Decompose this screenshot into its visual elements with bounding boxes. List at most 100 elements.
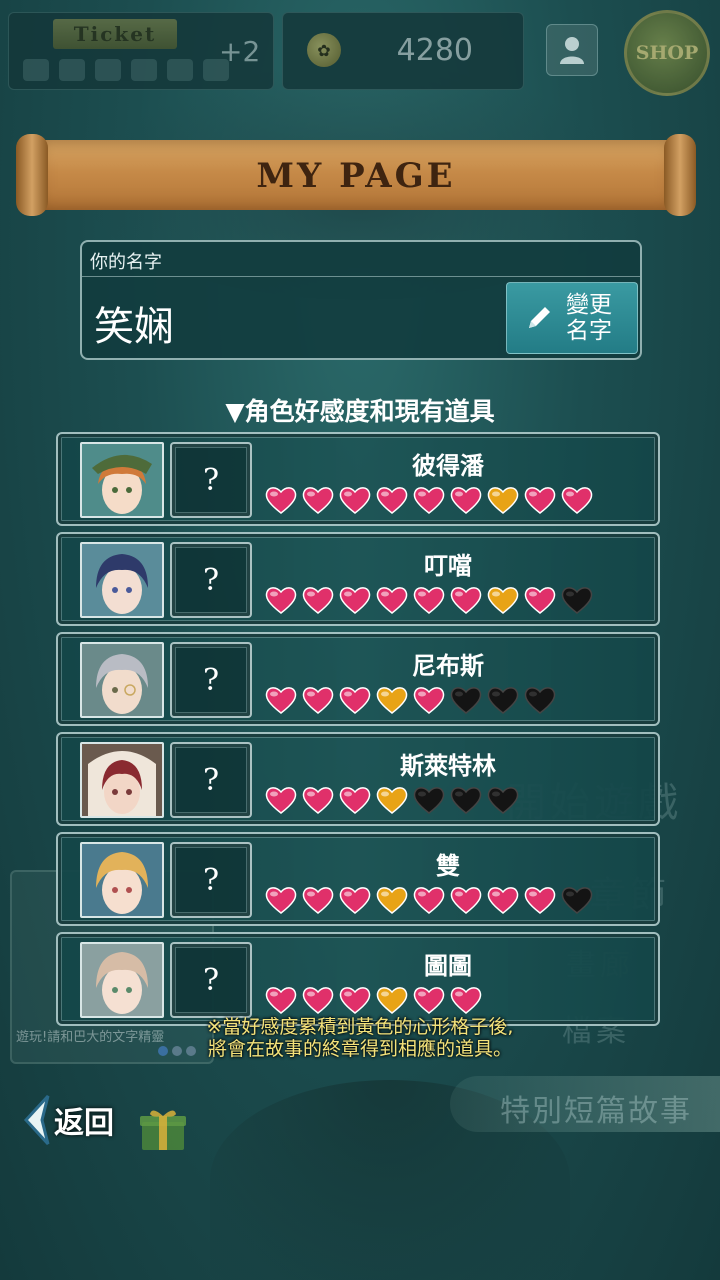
change-name-line1: 變更 bbox=[566, 292, 612, 318]
page-dot bbox=[172, 1046, 182, 1056]
character-row-nibs[interactable]: ? 尼布斯 bbox=[56, 632, 660, 726]
pink-heart-icon bbox=[413, 687, 445, 714]
pink-heart-icon bbox=[339, 887, 371, 914]
pink-heart-icon bbox=[302, 987, 334, 1014]
affection-hearts bbox=[264, 484, 594, 514]
gold-heart-icon bbox=[487, 487, 519, 514]
pink-heart-icon bbox=[524, 487, 556, 514]
character-row-tinker[interactable]: ? 叮噹 bbox=[56, 532, 660, 626]
black-heart-icon bbox=[487, 687, 519, 714]
pink-heart-icon bbox=[339, 687, 371, 714]
carousel-page-dots bbox=[158, 1046, 196, 1056]
coin-panel: ✿ 4280 bbox=[282, 12, 524, 90]
profile-button[interactable] bbox=[546, 24, 598, 76]
character-affection-list: ? 彼得潘 ? 叮噹 ? 尼布斯 ? 斯萊特林 ? 雙 ? 圖圖 bbox=[56, 432, 660, 1032]
black-heart-icon bbox=[413, 787, 445, 814]
character-avatar bbox=[80, 642, 164, 718]
character-row-tootles[interactable]: ? 圖圖 bbox=[56, 932, 660, 1026]
pink-heart-icon bbox=[302, 787, 334, 814]
pencil-icon bbox=[519, 298, 559, 338]
pink-heart-icon bbox=[339, 787, 371, 814]
person-icon bbox=[560, 37, 584, 64]
pink-heart-icon bbox=[265, 487, 297, 514]
background-special-story-ribbon bbox=[450, 1076, 720, 1132]
character-name: 叮噹 bbox=[424, 552, 472, 580]
page-title: MY PAGE bbox=[256, 156, 456, 196]
pink-heart-icon bbox=[413, 487, 445, 514]
page-dot bbox=[158, 1046, 168, 1056]
affection-section-title: ▼角色好感度和現有道具 bbox=[225, 397, 495, 426]
back-button[interactable]: 返回 bbox=[22, 1092, 114, 1148]
pink-heart-icon bbox=[339, 987, 371, 1014]
ticket-slots bbox=[23, 59, 229, 81]
affection-hearts bbox=[264, 584, 594, 614]
pink-heart-icon bbox=[524, 587, 556, 614]
pink-heart-icon bbox=[487, 887, 519, 914]
affection-hearts bbox=[264, 784, 520, 814]
ticket-label: Ticket bbox=[53, 19, 177, 49]
black-heart-icon bbox=[450, 787, 482, 814]
black-heart-icon bbox=[450, 687, 482, 714]
player-name-panel: 你的名字 笑娴 變更 名字 bbox=[80, 240, 642, 360]
affection-hearts bbox=[264, 984, 483, 1014]
change-name-label: 變更 名字 bbox=[559, 292, 619, 344]
pink-heart-icon bbox=[450, 587, 482, 614]
character-avatar bbox=[80, 842, 164, 918]
ticket-panel: Ticket +2 bbox=[8, 12, 274, 90]
gift-icon[interactable] bbox=[138, 1106, 188, 1152]
pink-heart-icon bbox=[450, 987, 482, 1014]
name-divider bbox=[82, 276, 640, 277]
pink-heart-icon bbox=[265, 687, 297, 714]
pink-heart-icon bbox=[302, 687, 334, 714]
black-heart-icon bbox=[561, 587, 593, 614]
pink-heart-icon bbox=[265, 787, 297, 814]
shop-button[interactable]: SHOP bbox=[624, 10, 710, 96]
pink-heart-icon bbox=[450, 887, 482, 914]
pink-heart-icon bbox=[265, 987, 297, 1014]
held-item-slot[interactable]: ? bbox=[170, 542, 252, 618]
ticket-slot bbox=[95, 59, 121, 81]
pink-heart-icon bbox=[265, 887, 297, 914]
change-name-line2: 名字 bbox=[566, 318, 612, 344]
pink-heart-icon bbox=[561, 487, 593, 514]
change-name-button[interactable]: 變更 名字 bbox=[506, 282, 638, 354]
player-name: 笑娴 bbox=[94, 304, 174, 350]
character-name: 彼得潘 bbox=[412, 452, 484, 480]
held-item-slot[interactable]: ? bbox=[170, 842, 252, 918]
held-item-slot[interactable]: ? bbox=[170, 642, 252, 718]
character-row-peter-pan[interactable]: ? 彼得潘 bbox=[56, 432, 660, 526]
coin-value: 4280 bbox=[396, 33, 473, 68]
affection-hearts bbox=[264, 884, 594, 914]
top-status-bar: Ticket +2 ✿ 4280 SHOP bbox=[0, 0, 720, 96]
character-avatar bbox=[80, 442, 164, 518]
ticket-slot bbox=[167, 59, 193, 81]
ticket-slot bbox=[23, 59, 49, 81]
held-item-slot[interactable]: ? bbox=[170, 742, 252, 818]
held-item-slot[interactable]: ? bbox=[170, 942, 252, 1018]
background-figure bbox=[210, 1080, 570, 1280]
character-name: 尼布斯 bbox=[412, 652, 484, 680]
gold-heart-icon bbox=[376, 987, 408, 1014]
pink-heart-icon bbox=[339, 487, 371, 514]
pink-heart-icon bbox=[302, 887, 334, 914]
ticket-slot bbox=[131, 59, 157, 81]
back-arrow-icon bbox=[23, 1094, 50, 1146]
affection-note-line1: ※當好感度累積到黃色的心形格子後, bbox=[206, 1016, 514, 1038]
gold-heart-icon bbox=[487, 587, 519, 614]
gold-heart-icon bbox=[376, 687, 408, 714]
back-label: 返回 bbox=[54, 1106, 114, 1141]
page-title-banner: MY PAGE bbox=[16, 134, 696, 220]
character-name: 圖圖 bbox=[424, 952, 472, 980]
gold-heart-icon bbox=[376, 787, 408, 814]
pink-heart-icon bbox=[413, 587, 445, 614]
character-row-twins[interactable]: ? 雙 bbox=[56, 832, 660, 926]
character-row-slightly[interactable]: ? 斯萊特林 bbox=[56, 732, 660, 826]
pink-heart-icon bbox=[413, 987, 445, 1014]
character-name: 雙 bbox=[436, 852, 460, 880]
pink-heart-icon bbox=[413, 887, 445, 914]
character-avatar bbox=[80, 942, 164, 1018]
name-label: 你的名字 bbox=[90, 252, 162, 273]
held-item-slot[interactable]: ? bbox=[170, 442, 252, 518]
bg-menu-special-story: 特別短篇故事 bbox=[500, 1094, 692, 1129]
pink-heart-icon bbox=[302, 587, 334, 614]
